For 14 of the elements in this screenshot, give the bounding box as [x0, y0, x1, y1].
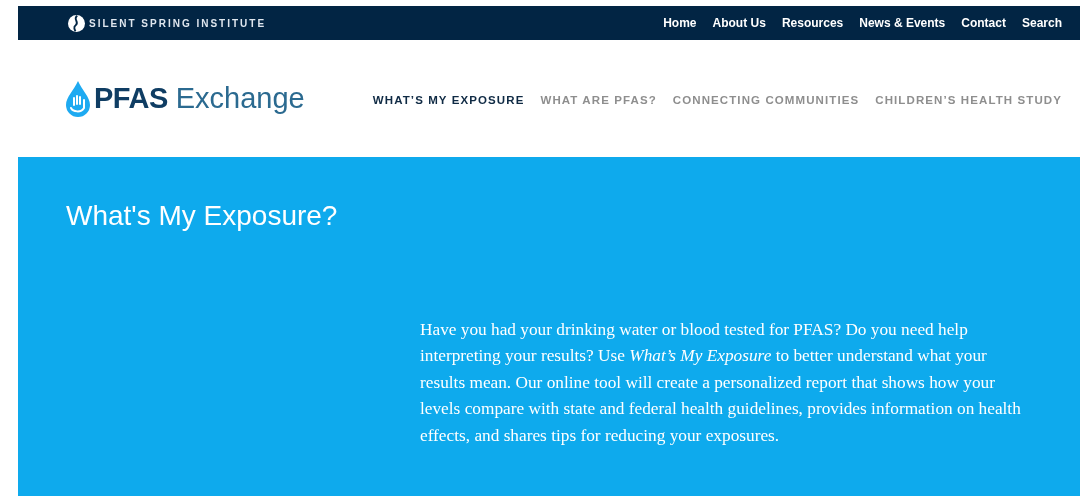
institute-name: SILENT SPRING INSTITUTE: [89, 16, 267, 31]
top-nav-link[interactable]: Contact: [961, 14, 1006, 32]
logo-text: Exchange: [175, 80, 305, 116]
logo-text: PFAS: [94, 80, 168, 116]
top-nav-link[interactable]: About Us: [712, 14, 766, 32]
intro-paragraph: Have you had your drinking water or blood tested for PFAS? Do you need help interpreting your results? Use What’s My Exposure to better understand what your results mean. Our online tool will create a personalized report that shows how your levels compare with state and federal health guidelines, provides information on health effects, and shares tips for reducing your exposures.: [420, 318, 1022, 447]
page-title: What's My Exposure?: [66, 199, 339, 233]
top-nav-link[interactable]: Resources: [781, 14, 844, 32]
water-drop-logo-icon: [66, 80, 90, 117]
top-nav-link[interactable]: News & Events: [859, 14, 946, 32]
main-nav-link[interactable]: WHAT’S MY EXPOSURE: [372, 91, 525, 110]
logo-icon: [68, 14, 85, 32]
top-nav-link[interactable]: Home: [663, 14, 697, 32]
top-nav-link[interactable]: Search: [1021, 14, 1062, 32]
